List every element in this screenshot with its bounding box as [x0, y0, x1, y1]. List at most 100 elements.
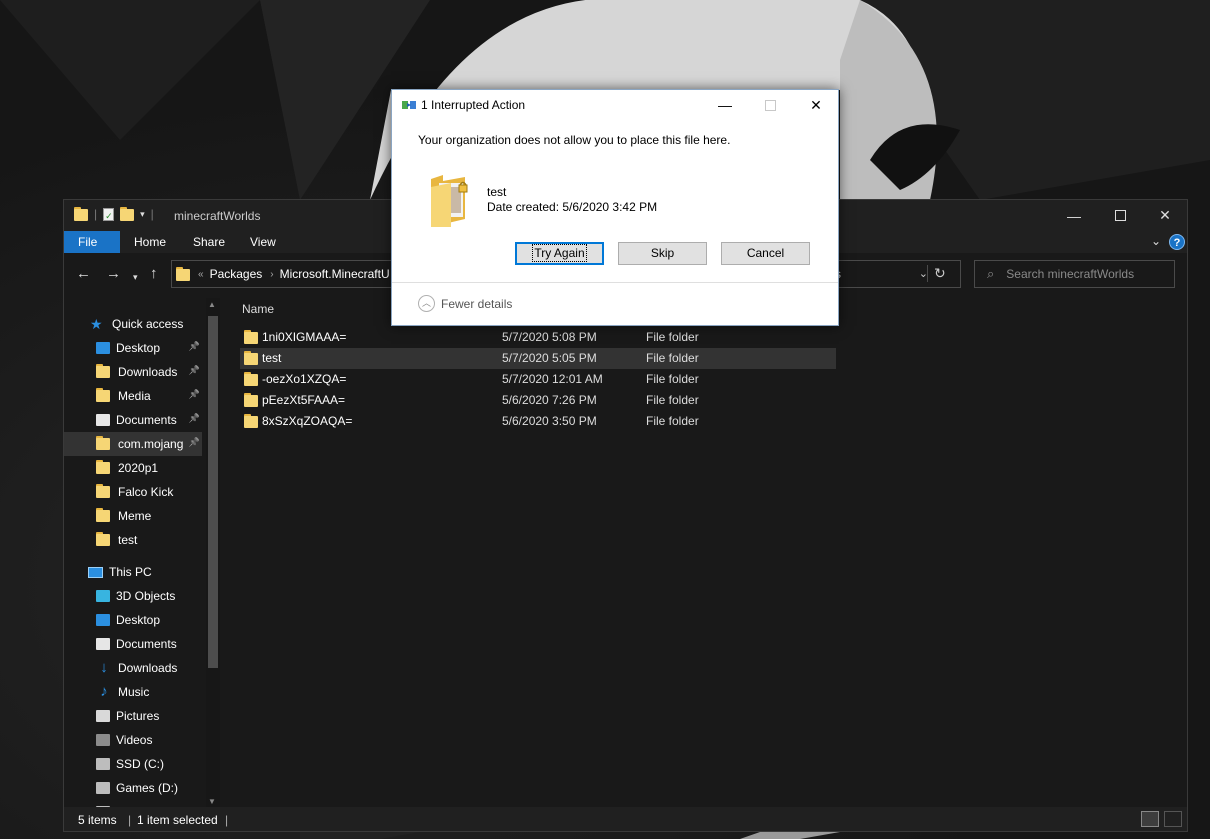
tab-file[interactable]: File	[64, 231, 120, 253]
sidebar-item-label: This PC	[109, 565, 152, 579]
file-name-cell: -oezXo1XZQA=	[262, 372, 347, 386]
sidebar-item-ssd-c[interactable]: SSD (C:)	[64, 752, 202, 776]
sidebar-item-desktop[interactable]: Desktop	[64, 608, 202, 632]
properties-icon[interactable]: ✓	[103, 207, 115, 221]
search-icon: ⌕	[987, 266, 995, 281]
table-row[interactable]: pEezXt5FAAA= 5/6/2020 7:26 PM File folder	[240, 390, 836, 411]
sidebar-item-test[interactable]: test	[64, 528, 202, 552]
sidebar-item-label: com.mojang	[118, 437, 184, 451]
sidebar-this-pc[interactable]: This PC	[64, 560, 202, 584]
pin-icon[interactable]: 📌	[189, 413, 200, 424]
column-header-name[interactable]: Name	[242, 302, 274, 316]
maximize-icon	[764, 99, 776, 111]
folder-icon[interactable]	[74, 207, 88, 221]
sidebar-item-label: Media	[118, 389, 151, 403]
dialog-close-button[interactable]: ✕	[793, 90, 839, 120]
folder-icon	[96, 364, 112, 380]
table-row[interactable]: 8xSzXqZOAQA= 5/6/2020 3:50 PM File folder	[240, 411, 836, 432]
minimize-button[interactable]: —	[1051, 200, 1097, 231]
file-name-cell: 8xSzXqZOAQA=	[262, 414, 353, 428]
sidebar-item-games-d[interactable]: Games (D:)	[64, 776, 202, 800]
sidebar-item-downloads[interactable]: Downloads 📌	[64, 360, 202, 384]
dialog-divider	[392, 282, 838, 283]
drive-icon	[96, 782, 110, 794]
scroll-down-icon[interactable]: ▼	[208, 797, 216, 806]
pin-icon[interactable]: 📌	[189, 341, 200, 352]
search-input[interactable]: Search minecraftWorlds	[1006, 267, 1134, 281]
sidebar-item-label: Games (D:)	[116, 781, 179, 795]
fewer-details-toggle[interactable]: ︿ Fewer details	[418, 295, 512, 312]
sidebar-item-videos[interactable]: Videos	[64, 728, 202, 752]
table-row[interactable]: 1ni0XIGMAAA= 5/7/2020 5:08 PM File folder	[240, 327, 836, 348]
recent-locations-icon[interactable]: ▾	[133, 270, 138, 285]
tab-share[interactable]: Share	[179, 231, 239, 253]
table-row[interactable]: test 5/7/2020 5:05 PM File folder	[240, 348, 836, 369]
scrollbar-thumb[interactable]	[208, 316, 218, 668]
breadcrumb-microsoft-minecraft[interactable]: Microsoft.MinecraftU	[280, 267, 390, 281]
type-cell: File folder	[646, 372, 699, 386]
folder-icon	[244, 330, 258, 344]
sidebar-item-downloads[interactable]: ↓ Downloads	[64, 656, 202, 680]
sidebar-quick-access[interactable]: ★ Quick access	[64, 312, 202, 336]
try-again-button[interactable]: Try Again	[515, 242, 604, 265]
navigation-scrollbar[interactable]: ▲ ▼	[206, 298, 220, 808]
folder-icon	[244, 372, 258, 386]
close-icon: ✕	[1159, 207, 1171, 223]
sidebar-item-files-e[interactable]: Files (E:)	[64, 800, 202, 807]
type-cell: File folder	[646, 351, 699, 365]
large-icons-view-button[interactable]	[1164, 811, 1182, 827]
sidebar-item-meme[interactable]: Meme	[64, 504, 202, 528]
file-date-created: Date created: 5/6/2020 3:42 PM	[487, 200, 658, 214]
type-cell: File folder	[646, 414, 699, 428]
expand-ribbon-icon[interactable]: ⌄	[1151, 234, 1161, 248]
help-icon[interactable]: ?	[1169, 234, 1185, 250]
file-name-cell: pEezXt5FAAA=	[262, 393, 346, 407]
skip-button[interactable]: Skip	[618, 242, 707, 265]
tab-view[interactable]: View	[236, 231, 290, 253]
breadcrumb-chevron-icon: ›	[270, 268, 274, 280]
table-row[interactable]: -oezXo1XZQA= 5/7/2020 12:01 AM File folder	[240, 369, 836, 390]
videos-icon	[96, 734, 110, 746]
customize-toolbar-icon[interactable]: ▾	[140, 209, 145, 220]
date-modified-cell: 5/6/2020 7:26 PM	[502, 393, 597, 407]
documents-icon	[96, 638, 110, 650]
sidebar-item-documents[interactable]: Documents 📌	[64, 408, 202, 432]
sidebar-item-music[interactable]: ♪ Music	[64, 680, 202, 704]
up-arrow-icon[interactable]: ↑	[150, 266, 158, 281]
new-folder-icon[interactable]	[120, 207, 135, 221]
sidebar-item-desktop[interactable]: Desktop 📌	[64, 336, 202, 360]
star-icon: ★	[90, 316, 103, 332]
search-box[interactable]: ⌕ Search minecraftWorlds	[974, 260, 1175, 288]
sidebar-item-label: Quick access	[112, 317, 184, 331]
dialog-title: 1 Interrupted Action	[421, 98, 526, 112]
cancel-button[interactable]: Cancel	[721, 242, 810, 265]
pin-icon[interactable]: 📌	[189, 389, 200, 400]
close-button[interactable]: ✕	[1142, 200, 1188, 231]
forward-arrow-icon[interactable]: →	[106, 266, 121, 281]
pictures-icon	[96, 710, 110, 722]
details-view-button[interactable]	[1141, 811, 1159, 827]
breadcrumb-packages[interactable]: Packages	[210, 267, 263, 281]
sidebar-item-3d-objects[interactable]: 3D Objects	[64, 584, 202, 608]
overflow-icon[interactable]: «	[198, 269, 204, 280]
sidebar-item-label: SSD (C:)	[116, 757, 164, 771]
sidebar-item-2020p1[interactable]: 2020p1	[64, 456, 202, 480]
refresh-icon[interactable]: ↻	[927, 265, 954, 282]
back-arrow-icon[interactable]: ←	[76, 266, 91, 281]
dialog-minimize-button[interactable]: —	[702, 90, 748, 120]
folder-icon	[244, 351, 258, 365]
chevron-up-icon: ︿	[418, 295, 435, 312]
sidebar-item-label: Falco Kick	[118, 485, 174, 499]
window-title: minecraftWorlds	[174, 209, 261, 223]
scroll-up-icon[interactable]: ▲	[208, 300, 216, 309]
sidebar-item-label: Documents	[116, 413, 177, 427]
sidebar-item-documents[interactable]: Documents	[64, 632, 202, 656]
sidebar-item-falco-kick[interactable]: Falco Kick	[64, 480, 202, 504]
pin-icon[interactable]: 📌	[189, 365, 200, 376]
maximize-button[interactable]	[1097, 200, 1143, 231]
pin-icon[interactable]: 📌	[189, 437, 200, 448]
sidebar-item-media[interactable]: Media 📌	[64, 384, 202, 408]
sidebar-item-pictures[interactable]: Pictures	[64, 704, 202, 728]
tab-home[interactable]: Home	[120, 231, 180, 253]
sidebar-item-com-mojang[interactable]: com.mojang 📌	[64, 432, 202, 456]
